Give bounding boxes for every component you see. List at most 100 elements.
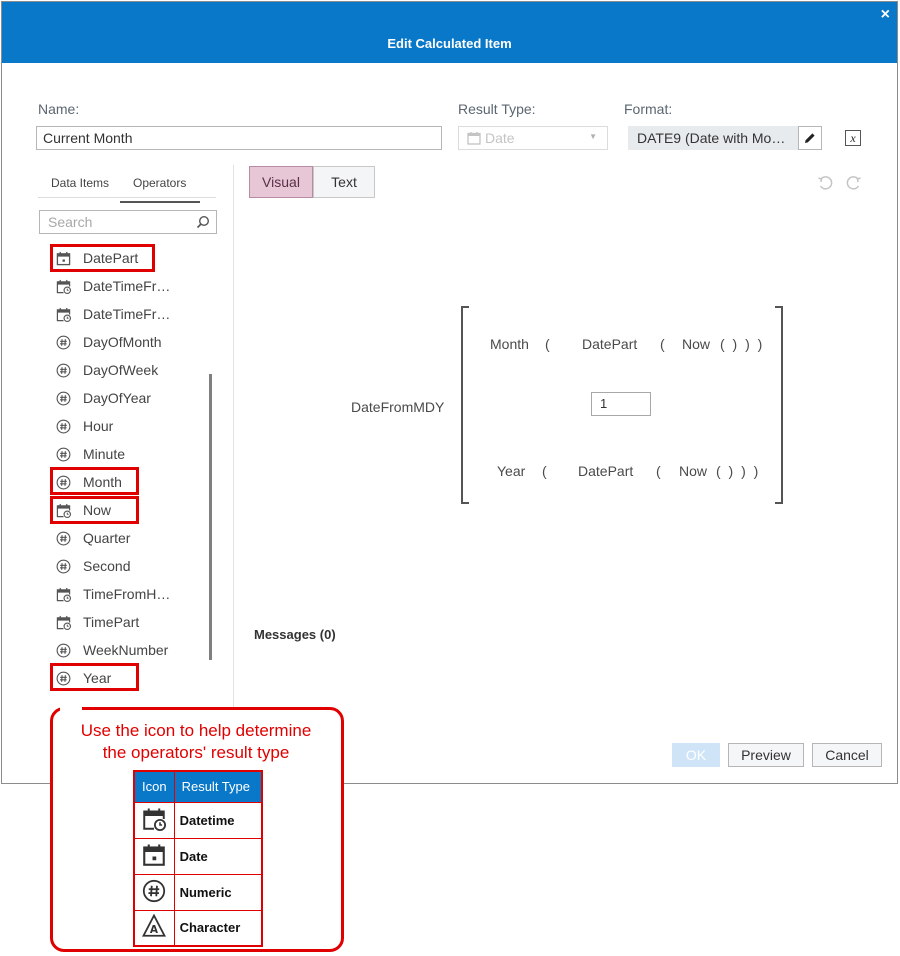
legend-result-type: Datetime	[173, 801, 263, 839]
row3-now[interactable]: Now	[679, 463, 707, 479]
legend-row: Date	[133, 837, 263, 875]
visual-mode-button[interactable]: Visual	[249, 166, 313, 198]
operator-label: Second	[83, 558, 131, 574]
format-field: DATE9 (Date with Mo…	[628, 126, 798, 150]
chevron-down-icon: ▼	[589, 132, 597, 141]
datetime-icon	[55, 614, 71, 630]
row1-function[interactable]: Month	[490, 336, 529, 352]
day-argument-field[interactable]: 1	[591, 392, 651, 416]
search-icon[interactable]	[196, 215, 210, 229]
operator-item[interactable]: Hour	[55, 412, 113, 440]
row1-open-paren: (	[545, 336, 550, 352]
dialog-title: Edit Calculated Item	[387, 36, 512, 51]
left-bracket	[461, 306, 469, 504]
operator-item[interactable]: Minute	[55, 440, 125, 468]
operator-item[interactable]: DayOfYear	[55, 384, 151, 412]
operator-label: DateTimeFr…	[83, 278, 171, 294]
operator-label: Minute	[83, 446, 126, 462]
numeric-icon	[55, 474, 71, 490]
operator-item[interactable]: DateTimeFr…	[55, 300, 170, 328]
numeric-icon	[55, 530, 71, 546]
date-icon	[133, 837, 175, 875]
row3-inner-function[interactable]: DatePart	[578, 463, 633, 479]
callout-line-1: Use the icon to help determine	[80, 721, 312, 740]
right-bracket	[775, 306, 783, 504]
row1-now[interactable]: Now	[682, 336, 710, 352]
callout-tail-cover	[60, 706, 82, 712]
operator-list-scrollbar[interactable]	[209, 374, 212, 660]
tab-data-items[interactable]: Data Items	[51, 176, 109, 190]
numeric-icon	[55, 418, 71, 434]
operator-label: DatePart	[83, 250, 139, 266]
row3-function[interactable]: Year	[497, 463, 525, 479]
numeric-icon	[133, 873, 175, 911]
result-type-select[interactable]: Date ▼	[458, 126, 608, 150]
operator-label: Month	[83, 474, 122, 490]
legend-header-type: Result Type	[173, 770, 263, 803]
legend-result-type: Numeric	[173, 873, 263, 911]
legend-result-type: Date	[173, 837, 263, 875]
operator-item[interactable]: DatePart	[55, 244, 138, 272]
legend-result-type: Character	[173, 909, 263, 947]
operator-item[interactable]: TimePart	[55, 608, 139, 636]
icon-legend-table: Icon Result Type Datetime Date Numeric A Cha…	[133, 770, 264, 947]
cancel-button[interactable]: Cancel	[812, 743, 882, 767]
operator-item[interactable]: Now	[55, 496, 111, 524]
datetime-icon	[55, 502, 71, 518]
pencil-icon	[805, 133, 815, 143]
operator-item[interactable]: Month	[55, 468, 122, 496]
panel-divider	[233, 165, 234, 707]
ok-button[interactable]: OK	[672, 743, 720, 767]
preview-button[interactable]: Preview	[728, 743, 804, 767]
operator-search-input[interactable]: Search	[39, 210, 217, 234]
svg-text:A: A	[150, 924, 159, 936]
name-field[interactable]: Current Month	[36, 126, 442, 150]
operator-label: TimeFromH…	[83, 586, 171, 602]
operator-item[interactable]: DayOfMonth	[55, 328, 162, 356]
row1-inner-function[interactable]: DatePart	[582, 336, 637, 352]
close-icon[interactable]: ×	[881, 5, 890, 25]
numeric-icon	[55, 334, 71, 350]
format-label: Format:	[624, 101, 673, 117]
operator-item[interactable]: DateTimeFr…	[55, 272, 170, 300]
datetime-icon	[133, 801, 175, 839]
tab-operators[interactable]: Operators	[119, 176, 201, 203]
search-placeholder: Search	[48, 214, 93, 230]
numeric-icon	[55, 362, 71, 378]
character-icon: A	[133, 909, 175, 947]
result-type-label: Result Type:	[458, 101, 536, 117]
formula-icon[interactable]: x	[845, 130, 861, 146]
numeric-icon	[55, 390, 71, 406]
operator-item[interactable]: Second	[55, 552, 130, 580]
numeric-icon	[55, 642, 71, 658]
operator-item[interactable]: TimeFromH…	[55, 580, 170, 608]
row3-close-parens: ( ) ) )	[716, 463, 759, 479]
operator-item[interactable]: Quarter	[55, 524, 130, 552]
legend-row: A Character	[133, 909, 263, 947]
edit-format-button[interactable]	[798, 126, 822, 150]
redo-icon[interactable]	[845, 174, 863, 192]
operator-label: DayOfYear	[83, 390, 151, 406]
numeric-icon	[55, 446, 71, 462]
function-name[interactable]: DateFromMDY	[351, 399, 444, 415]
left-panel-tabs: Data Items Operators	[38, 167, 216, 203]
result-type-value: Date	[485, 130, 515, 146]
text-mode-button[interactable]: Text	[313, 166, 375, 198]
row1-close-parens: ( ) ) )	[720, 336, 763, 352]
datetime-icon	[55, 278, 71, 294]
operator-item[interactable]: DayOfWeek	[55, 356, 158, 384]
date-icon	[55, 250, 71, 266]
operator-label: DayOfWeek	[83, 362, 159, 378]
numeric-icon	[55, 670, 71, 686]
legend-header-icon: Icon	[133, 770, 175, 803]
undo-icon[interactable]	[816, 174, 834, 192]
operator-item[interactable]: WeekNumber	[55, 636, 168, 664]
numeric-icon	[55, 558, 71, 574]
datetime-icon	[55, 586, 71, 602]
callout-line-2: the operators' result type	[102, 743, 290, 762]
operator-item[interactable]: Year	[55, 664, 111, 692]
operator-label: Hour	[83, 418, 114, 434]
row1-open-paren-2: (	[660, 336, 665, 352]
name-label: Name:	[38, 101, 80, 117]
row3-open-paren-2: (	[656, 463, 661, 479]
